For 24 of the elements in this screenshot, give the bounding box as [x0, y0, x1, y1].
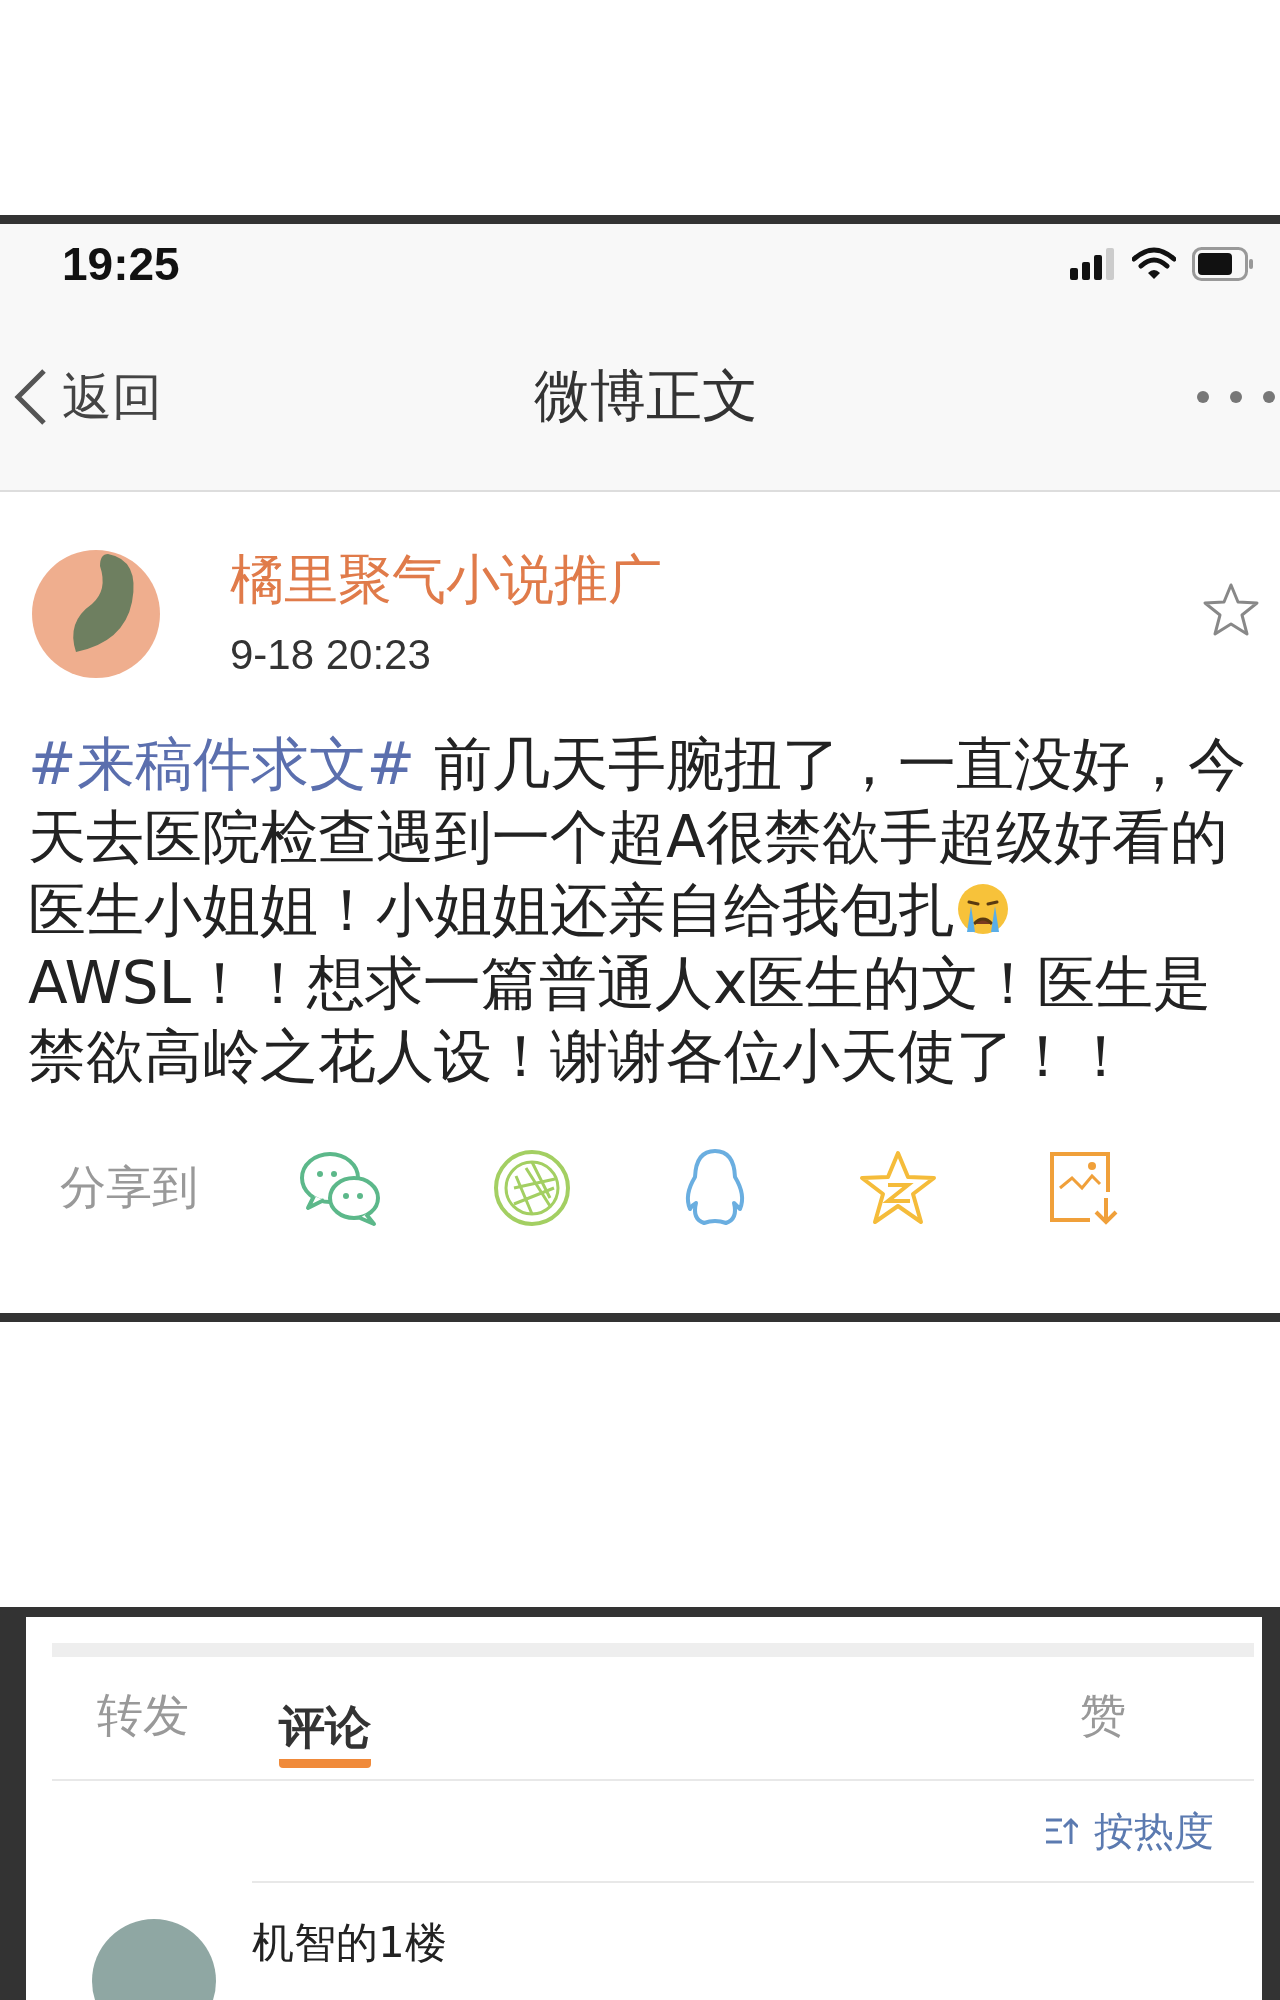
tab[interactable]: 转发	[97, 1685, 189, 1751]
chevron-left-icon	[12, 367, 48, 427]
hashtag-link[interactable]: #来稿件求文#	[28, 730, 416, 798]
more-icon[interactable]	[1196, 390, 1276, 404]
post-text: #来稿件求文# 前几天手腕扭了，一直没好，今天去医院检查遇到一个超A很禁欲手超级好看的医生小姐姐！小姐姐还亲自给我包扎	[28, 730, 1246, 944]
page-title: 微博正文	[534, 362, 758, 430]
signal-icon	[1070, 248, 1116, 280]
sort-icon	[1044, 1816, 1078, 1846]
wifi-icon	[1132, 247, 1176, 281]
post-time: 9-18 20:23	[230, 631, 432, 679]
author-name[interactable]: 橘里聚气小说推广	[230, 544, 1202, 617]
back-button[interactable]: 返回	[12, 363, 162, 431]
star-icon[interactable]	[858, 1149, 938, 1227]
post-text: AWSL！！想求一篇普通人x医生的文！医生是禁欲高岭之花人设！谢谢各位小天使了！！	[28, 949, 1212, 1090]
crying-face-icon	[956, 882, 1010, 936]
status-time: 19:25	[62, 237, 180, 291]
aperture-icon[interactable]	[492, 1148, 572, 1228]
share-label: 分享到	[60, 1159, 198, 1216]
battery-icon	[1192, 247, 1254, 281]
tab[interactable]: 赞	[1080, 1685, 1126, 1751]
tab[interactable]: 评论	[279, 1696, 371, 1768]
sort-button[interactable]: 按热度	[1044, 1803, 1214, 1859]
star-icon[interactable]	[1202, 582, 1260, 638]
comment-author[interactable]: 机智的1楼	[252, 1915, 447, 1971]
